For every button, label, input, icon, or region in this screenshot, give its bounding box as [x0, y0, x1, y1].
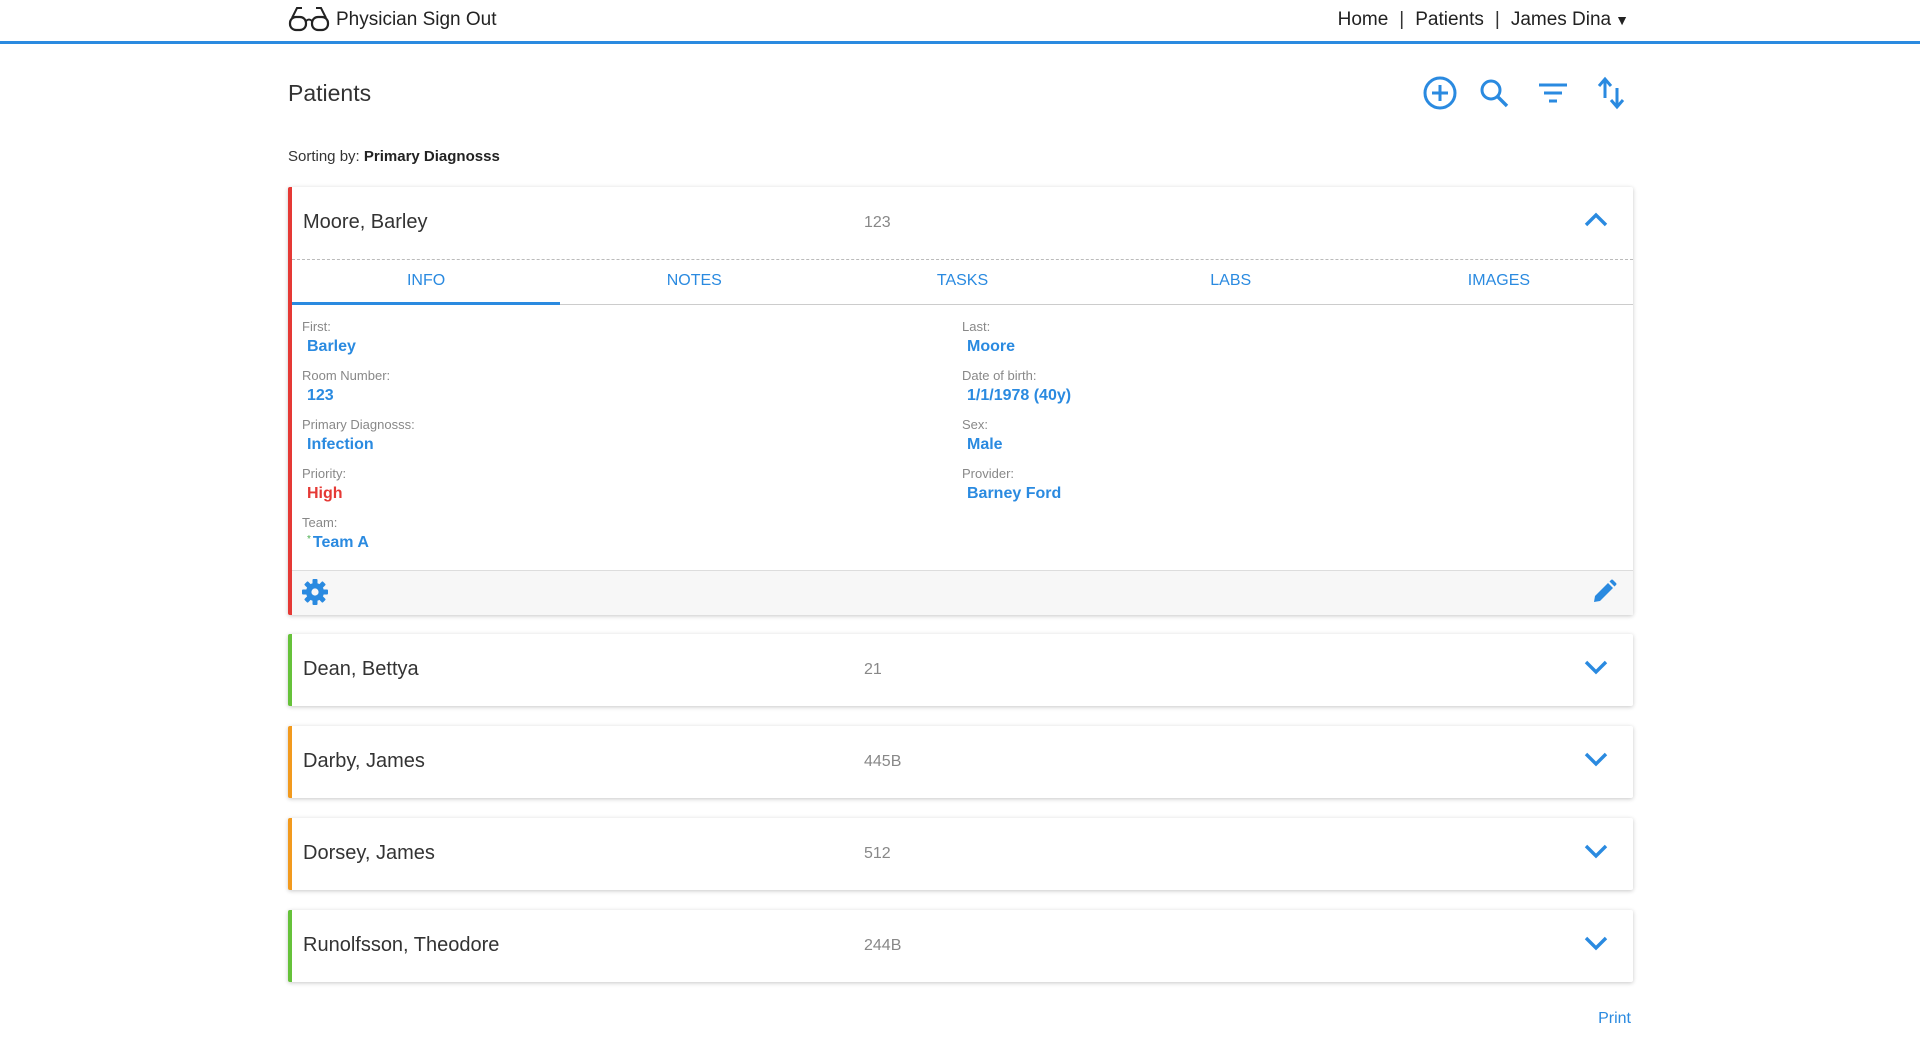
- gear-icon: [301, 578, 329, 611]
- tab-labs[interactable]: LABS: [1097, 260, 1365, 304]
- patient-card: Dorsey, James 512: [288, 818, 1633, 890]
- patient-name: Darby, James: [303, 750, 425, 772]
- field-priority: Priority: High: [302, 466, 346, 503]
- field-last: Last: Moore: [962, 319, 1015, 356]
- sort-label: Sorting by:: [288, 148, 360, 165]
- patient-name: Runolfsson, Theodore: [303, 934, 500, 956]
- field-date-of-birth: Date of birth: 1/1/1978 (40y): [962, 368, 1071, 405]
- field-label: Provider:: [962, 466, 1015, 481]
- field-label: First:: [302, 319, 331, 334]
- glasses-icon: [288, 5, 330, 35]
- expand-button[interactable]: [1581, 748, 1611, 774]
- field-provider: Provider: Barney Ford: [962, 466, 1061, 503]
- patient-name: Dorsey, James: [303, 842, 435, 864]
- patient-room: 445B: [864, 753, 902, 770]
- nav-separator: |: [1494, 9, 1500, 30]
- tab-info[interactable]: INFO: [292, 260, 561, 305]
- patient-name: Moore, Barley: [303, 211, 428, 233]
- patient-room: 21: [864, 661, 882, 678]
- field-value: Male: [967, 436, 1003, 453]
- field-label: Last:: [962, 319, 991, 334]
- field-first: First: Barley: [302, 319, 356, 356]
- tab-notes[interactable]: NOTES: [560, 260, 828, 304]
- chevron-down-icon: [1583, 751, 1609, 772]
- field-value: Barney Ford: [967, 485, 1062, 502]
- add-circle-icon: [1422, 75, 1458, 116]
- nav-separator: |: [1399, 9, 1405, 30]
- tab-images[interactable]: IMAGES: [1365, 260, 1633, 304]
- expand-button[interactable]: [1581, 840, 1611, 866]
- field-label: Team:: [302, 515, 338, 530]
- search-button[interactable]: [1474, 74, 1514, 116]
- user-menu[interactable]: James Dina ▼: [1511, 9, 1629, 31]
- patient-card-header[interactable]: Runolfsson, Theodore 244B: [292, 910, 1633, 982]
- patient-tabs: INFO NOTES TASKS LABS IMAGES: [292, 259, 1633, 305]
- field-value: 1/1/1978 (40y): [967, 387, 1072, 404]
- field-value: High: [307, 485, 343, 502]
- chevron-up-icon: [1583, 212, 1609, 233]
- filter-icon: [1537, 79, 1569, 112]
- patient-card-header[interactable]: Dean, Bettya 21: [292, 634, 1633, 706]
- nav-patients-link[interactable]: Patients: [1415, 9, 1484, 31]
- patient-card-header[interactable]: Moore, Barley 123: [292, 187, 1633, 259]
- patient-room: 123: [864, 214, 891, 231]
- top-navbar: Physician Sign Out Home | Patients | Jam…: [0, 0, 1920, 44]
- pencil-icon: [1591, 579, 1617, 610]
- patient-card-header[interactable]: Dorsey, James 512: [292, 818, 1633, 890]
- edit-button[interactable]: [1589, 579, 1619, 609]
- settings-button[interactable]: [300, 578, 330, 611]
- print-link[interactable]: Print: [1598, 1010, 1631, 1028]
- field-label: Primary Diagnosss:: [302, 417, 415, 432]
- patient-room: 244B: [864, 937, 902, 954]
- field-sex: Sex: Male: [962, 417, 1003, 454]
- expand-button[interactable]: [1581, 932, 1611, 958]
- top-nav: Home | Patients | James Dina ▼: [1338, 8, 1629, 32]
- patient-card: Moore, Barley 123 INFO NOTES TASKS LABS …: [288, 187, 1633, 615]
- field-label: Priority:: [302, 466, 347, 481]
- sorting-indicator: Sorting by: Primary Diagnosss: [288, 148, 500, 165]
- collapse-button[interactable]: [1581, 209, 1611, 235]
- add-patient-button[interactable]: [1420, 74, 1460, 116]
- field-value: Infection: [307, 436, 374, 453]
- team-marker: *: [307, 534, 311, 545]
- sort-icon: [1596, 76, 1626, 115]
- field-value: Moore: [967, 338, 1015, 355]
- patient-card: Darby, James 445B: [288, 726, 1633, 798]
- field-label: Date of birth:: [962, 368, 1037, 383]
- caret-down-icon: ▼: [1615, 12, 1629, 28]
- user-name: James Dina: [1510, 9, 1612, 30]
- tab-tasks[interactable]: TASKS: [828, 260, 1096, 304]
- patient-room: 512: [864, 845, 891, 862]
- chevron-down-icon: [1583, 935, 1609, 956]
- patient-card: Runolfsson, Theodore 244B: [288, 910, 1633, 982]
- toolbar: [1420, 74, 1630, 116]
- search-icon: [1478, 77, 1510, 114]
- brand[interactable]: Physician Sign Out: [288, 5, 497, 35]
- chevron-down-icon: [1583, 659, 1609, 680]
- team-value-wrap: * Team A: [302, 534, 369, 552]
- brand-title: Physician Sign Out: [336, 9, 497, 30]
- expand-button[interactable]: [1581, 656, 1611, 682]
- field-team: Team: * Team A: [302, 515, 369, 552]
- filter-button[interactable]: [1533, 74, 1573, 116]
- field-room-number: Room Number: 123: [302, 368, 390, 405]
- patient-card: Dean, Bettya 21: [288, 634, 1633, 706]
- field-label: Room Number:: [302, 368, 391, 383]
- field-primary-diagnosis: Primary Diagnosss: Infection: [302, 417, 415, 454]
- field-label: Sex:: [962, 417, 989, 432]
- patient-card-footer: [292, 570, 1633, 615]
- page-title: Patients: [288, 80, 372, 106]
- chevron-down-icon: [1583, 843, 1609, 864]
- patient-info-panel: First: Barley Last: Moore Room Number: 1…: [292, 305, 1633, 570]
- field-value: Barley: [307, 338, 356, 355]
- field-value: Team A: [312, 534, 369, 551]
- sort-value: Primary Diagnosss: [363, 148, 500, 165]
- sort-button[interactable]: [1591, 74, 1631, 116]
- patient-card-header[interactable]: Darby, James 445B: [292, 726, 1633, 798]
- nav-home-link[interactable]: Home: [1338, 9, 1389, 31]
- patient-name: Dean, Bettya: [303, 658, 419, 680]
- field-value: 123: [307, 387, 334, 404]
